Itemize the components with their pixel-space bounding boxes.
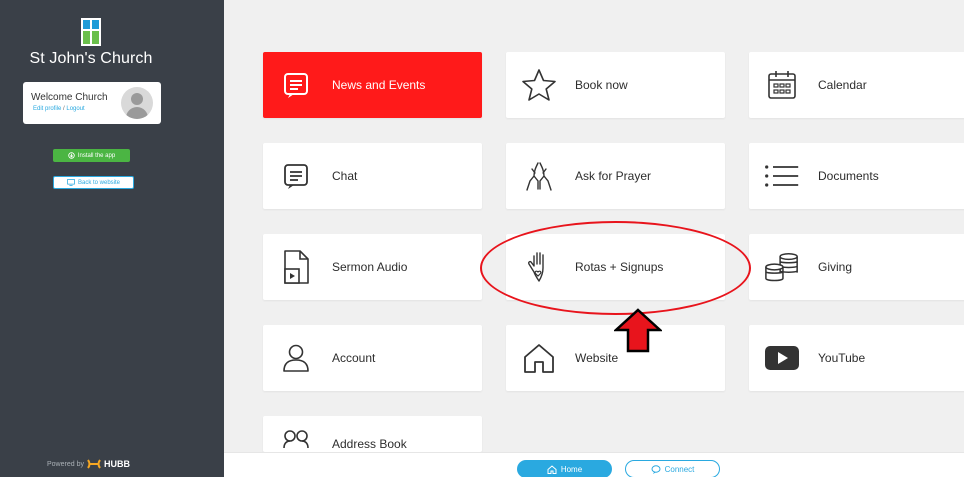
youtube-icon: [764, 340, 800, 376]
praying-hands-icon: [521, 158, 557, 194]
tile-calendar[interactable]: Calendar: [749, 52, 964, 118]
news-icon: [278, 67, 314, 103]
tile-label: Address Book: [332, 437, 407, 451]
list-icon: [764, 158, 800, 194]
tile-label: Giving: [818, 260, 853, 274]
monitor-icon: [67, 179, 75, 186]
tile-label: YouTube: [818, 351, 866, 365]
welcome-title: Welcome Church: [31, 92, 108, 103]
hubb-brand: HUBB: [103, 459, 130, 469]
download-icon: [68, 152, 75, 159]
star-icon: [521, 67, 557, 103]
tile-youtube[interactable]: YouTube: [749, 325, 964, 391]
tile-account[interactable]: Account: [263, 325, 482, 391]
tile-label: Account: [332, 351, 376, 365]
house-icon: [521, 340, 557, 376]
home-label: Home: [560, 464, 583, 474]
logout-link[interactable]: Logout: [66, 106, 84, 112]
connect-label: Connect: [664, 464, 695, 474]
connect-button[interactable]: Connect: [625, 460, 720, 477]
edit-profile-link[interactable]: Edit profile: [33, 106, 61, 112]
tile-documents[interactable]: Documents: [749, 143, 964, 209]
person-icon: [278, 340, 314, 376]
back-to-website-label: Back to website: [77, 179, 121, 186]
church-logo-icon: [81, 18, 101, 46]
avatar-head: [131, 93, 143, 105]
powered-by-text: Powered by: [47, 460, 84, 468]
install-app-button[interactable]: Install the app: [53, 149, 130, 162]
powered-by: Powered by HUBB: [47, 459, 130, 469]
address-book-icon: [278, 428, 314, 448]
profile-links: Edit profile / Logout: [33, 106, 85, 112]
avatar-body: [126, 107, 148, 119]
tile-label: Documents: [818, 169, 879, 183]
tile-label: Website: [575, 351, 619, 365]
calendar-icon: [764, 67, 800, 103]
tile-label: News and Events: [332, 78, 426, 92]
tile-label: Calendar: [818, 78, 867, 92]
tile-label: Chat: [332, 169, 358, 183]
home-icon: [547, 464, 557, 474]
link-separator: /: [63, 106, 65, 112]
tile-ask-for-prayer[interactable]: Ask for Prayer: [506, 143, 725, 209]
welcome-card: Welcome Church Edit profile / Logout: [23, 82, 161, 124]
home-button[interactable]: Home: [517, 460, 612, 477]
chat-icon: [278, 158, 314, 194]
tile-book-now[interactable]: Book now: [506, 52, 725, 118]
back-to-website-button[interactable]: Back to website: [53, 176, 134, 189]
coins-icon: [764, 249, 800, 285]
chat-bubble-icon: [651, 464, 661, 474]
church-name: St John's Church: [29, 50, 153, 67]
avatar[interactable]: [121, 87, 153, 119]
bottom-nav: Home Connect: [224, 452, 964, 477]
audio-file-icon: [278, 249, 314, 285]
tile-label: Sermon Audio: [332, 260, 408, 274]
highlight-ellipse: [480, 221, 751, 315]
tile-chat[interactable]: Chat: [263, 143, 482, 209]
tile-label: Ask for Prayer: [575, 169, 652, 183]
install-app-label: Install the app: [77, 152, 116, 159]
up-arrow-icon: [614, 308, 662, 353]
tile-giving[interactable]: Giving: [749, 234, 964, 300]
tile-label: Book now: [575, 78, 628, 92]
tile-address-book[interactable]: Address Book: [263, 416, 482, 452]
tile-sermon-audio[interactable]: Sermon Audio: [263, 234, 482, 300]
tile-news-and-events[interactable]: News and Events: [263, 52, 482, 118]
hubb-logo-icon: [87, 459, 101, 469]
sidebar: St John's Church Welcome Church Edit pro…: [0, 0, 224, 477]
